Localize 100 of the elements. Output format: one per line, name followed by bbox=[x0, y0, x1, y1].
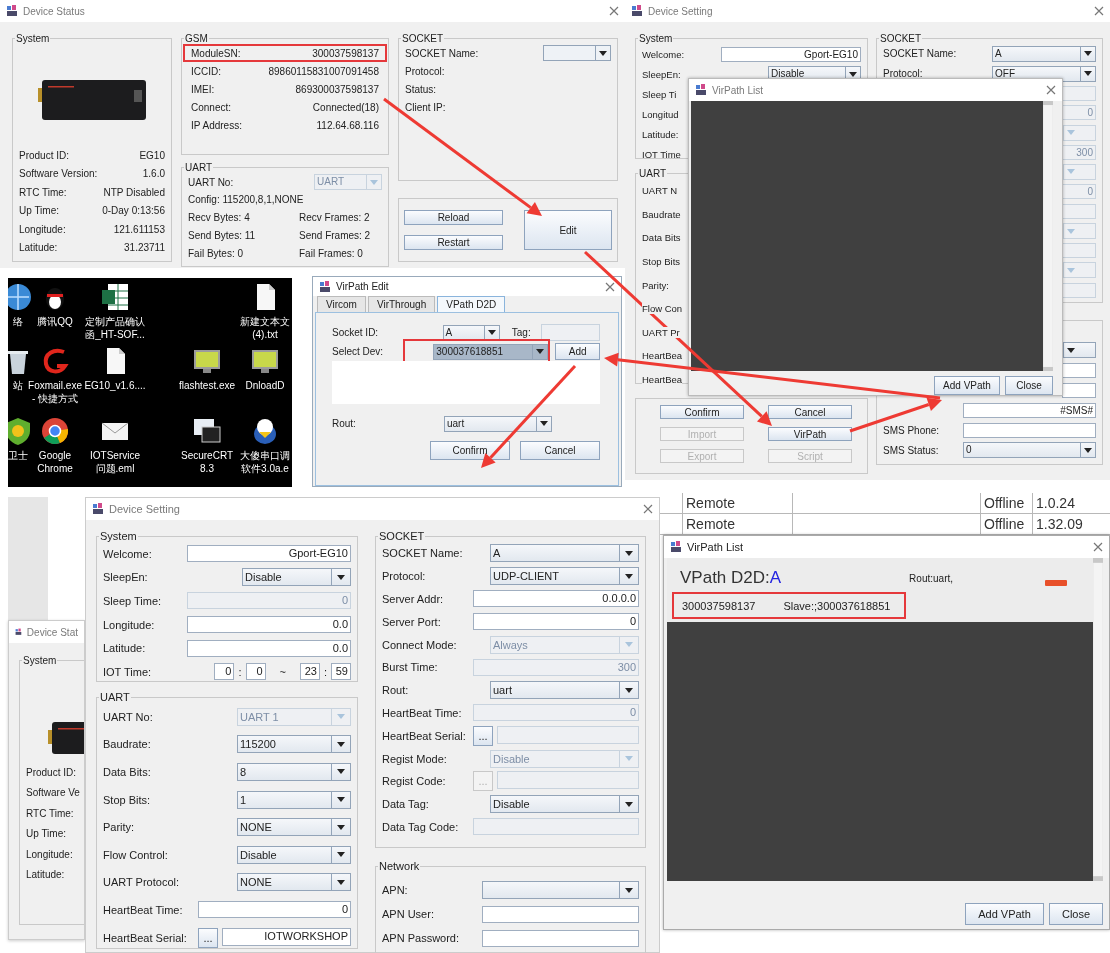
field-label: APN: bbox=[382, 884, 408, 896]
icon-label[interactable]: EG10_v1.6.... bbox=[84, 379, 146, 392]
close-icon[interactable] bbox=[605, 281, 615, 292]
icon-label[interactable]: 新建文本文 (4).txt bbox=[240, 315, 290, 341]
text-field[interactable]: IOTWORKSHOP bbox=[222, 927, 351, 946]
dropdown[interactable]: uart bbox=[490, 681, 639, 700]
field-label: Regist Code: bbox=[382, 775, 446, 788]
add-vpath-button[interactable]: Add VPath bbox=[934, 376, 1000, 395]
caret-icon bbox=[536, 349, 545, 354]
icon-label[interactable]: 站 bbox=[13, 379, 23, 392]
text-field[interactable]: 23 bbox=[299, 663, 320, 681]
window-title: Device Status bbox=[23, 5, 85, 17]
dropdown[interactable]: Disable bbox=[242, 568, 351, 587]
dropdown[interactable]: A bbox=[992, 45, 1096, 62]
text-field[interactable]: 0.0 bbox=[187, 616, 351, 634]
icon-label[interactable]: 卫士 bbox=[8, 449, 28, 462]
window-title: VirPath Edit bbox=[336, 281, 389, 292]
dropdown[interactable]: 1 bbox=[237, 790, 351, 809]
text-field[interactable] bbox=[1062, 382, 1096, 398]
field-label: HeartBeat Serial: bbox=[382, 729, 466, 742]
icon-label[interactable]: IOTService 问题.eml bbox=[90, 449, 140, 475]
window-title: Device Setting bbox=[648, 5, 713, 17]
field-label: IOT Time: bbox=[103, 665, 152, 678]
edit-button[interactable]: Edit bbox=[524, 210, 612, 250]
shield-icon[interactable] bbox=[8, 416, 33, 446]
text-field[interactable]: 0 bbox=[245, 663, 266, 681]
icon-label[interactable]: 腾讯QQ bbox=[37, 315, 73, 328]
close-icon[interactable] bbox=[643, 504, 653, 514]
cancel-button[interactable]: Cancel bbox=[768, 405, 852, 419]
confirm-button[interactable]: Confirm bbox=[430, 441, 510, 460]
icon-label[interactable]: DnloadD bbox=[245, 379, 285, 392]
tab[interactable]: VPath D2D bbox=[437, 296, 506, 312]
icon-label[interactable]: flashtest.exe bbox=[178, 379, 236, 392]
icon-label[interactable]: 大傻串口调软件3.0a.e bbox=[238, 449, 292, 475]
field-value: Connected(18) bbox=[312, 101, 379, 113]
icon-label[interactable]: 定制产品确认函_HT-SOF... bbox=[82, 315, 148, 341]
separator-text: : bbox=[323, 665, 327, 678]
text-field[interactable]: Gport-EG10 bbox=[721, 46, 861, 62]
text-field[interactable] bbox=[963, 422, 1096, 438]
dropdown[interactable] bbox=[1062, 342, 1096, 358]
dropdown[interactable]: uart bbox=[444, 415, 552, 432]
dropdown[interactable]: NONE bbox=[237, 818, 351, 837]
table-cell: Remote bbox=[683, 493, 793, 513]
confirm-button[interactable]: Confirm bbox=[660, 405, 744, 419]
field-label: Connect: bbox=[191, 101, 232, 113]
text-field[interactable] bbox=[1062, 362, 1096, 378]
icon-label[interactable]: 络 bbox=[13, 315, 23, 328]
list-entry[interactable]: VPath D2D:A Rout:uart, 300037598137 Slave:;300037618851 bbox=[667, 558, 1093, 622]
add-vpath-button[interactable]: Add VPath bbox=[965, 903, 1044, 925]
reload-button[interactable]: Reload bbox=[404, 210, 503, 225]
stat-text: Fail Frames: 0 bbox=[299, 247, 364, 259]
text-field[interactable]: 0.0 bbox=[187, 639, 351, 657]
text-field[interactable]: 0.0.0.0 bbox=[473, 590, 639, 608]
dropdown[interactable]: OFF bbox=[992, 65, 1096, 82]
restart-button[interactable]: Restart bbox=[404, 235, 503, 250]
dropdown[interactable]: A bbox=[490, 544, 639, 563]
dropdown[interactable]: 115200 bbox=[237, 735, 351, 754]
dropdown[interactable]: Disable bbox=[237, 845, 351, 864]
field-label: Welcome: bbox=[642, 48, 685, 60]
group-title: SOCKET bbox=[378, 530, 426, 542]
icon-label[interactable]: SecureCRT 8.3 bbox=[180, 449, 234, 475]
dropdown[interactable]: NONE bbox=[237, 873, 351, 892]
text-field[interactable]: 0 bbox=[214, 663, 235, 681]
text-field[interactable]: 59 bbox=[331, 663, 351, 681]
dropdown[interactable]: 8 bbox=[237, 763, 351, 781]
field-label: Latitude: bbox=[103, 642, 146, 655]
dropdown[interactable]: Disable bbox=[490, 795, 639, 814]
cancel-button[interactable]: Cancel bbox=[520, 441, 600, 460]
text-field[interactable] bbox=[482, 929, 639, 947]
text-field[interactable]: Gport-EG10 bbox=[187, 545, 351, 563]
text-field[interactable]: #SMS# bbox=[963, 402, 1096, 418]
spreadsheet-icon[interactable] bbox=[100, 282, 130, 312]
close-button[interactable]: Close bbox=[1049, 903, 1103, 925]
browser-icon[interactable] bbox=[40, 416, 70, 446]
tab[interactable]: Vircom bbox=[317, 296, 366, 312]
browse-button[interactable]: ... bbox=[198, 927, 218, 948]
field-label: Sleep Time: bbox=[103, 595, 162, 607]
caret-icon bbox=[337, 714, 345, 720]
close-button[interactable]: Close bbox=[1005, 376, 1053, 395]
text-field[interactable]: 0 bbox=[473, 613, 639, 631]
dropdown[interactable]: 0 bbox=[963, 442, 1096, 458]
icon-label[interactable]: Foxmail.exe - 快捷方式 bbox=[28, 379, 82, 405]
close-icon[interactable] bbox=[1046, 85, 1056, 95]
close-icon[interactable] bbox=[1093, 542, 1103, 552]
dropdown[interactable]: 300037618851 bbox=[433, 343, 549, 360]
text-field[interactable] bbox=[482, 905, 639, 923]
add-button[interactable]: Add bbox=[555, 343, 600, 360]
virpath-button[interactable]: VirPath bbox=[768, 427, 852, 441]
icon-label[interactable]: Google Chrome bbox=[37, 449, 73, 475]
close-icon[interactable] bbox=[609, 6, 619, 16]
dropdown[interactable]: A bbox=[442, 324, 500, 341]
field-label: Server Port: bbox=[382, 615, 441, 628]
field-label: RTC Time: bbox=[26, 807, 74, 819]
globe-icon[interactable] bbox=[8, 282, 33, 312]
terminal-icon[interactable] bbox=[192, 416, 222, 446]
close-icon[interactable] bbox=[1094, 6, 1104, 16]
dropdown[interactable]: UDP-CLIENT bbox=[490, 567, 639, 586]
field-label: SOCKET Name: bbox=[883, 48, 957, 60]
text-field[interactable]: 0 bbox=[198, 901, 351, 919]
tab[interactable]: VirThrough bbox=[367, 296, 436, 312]
